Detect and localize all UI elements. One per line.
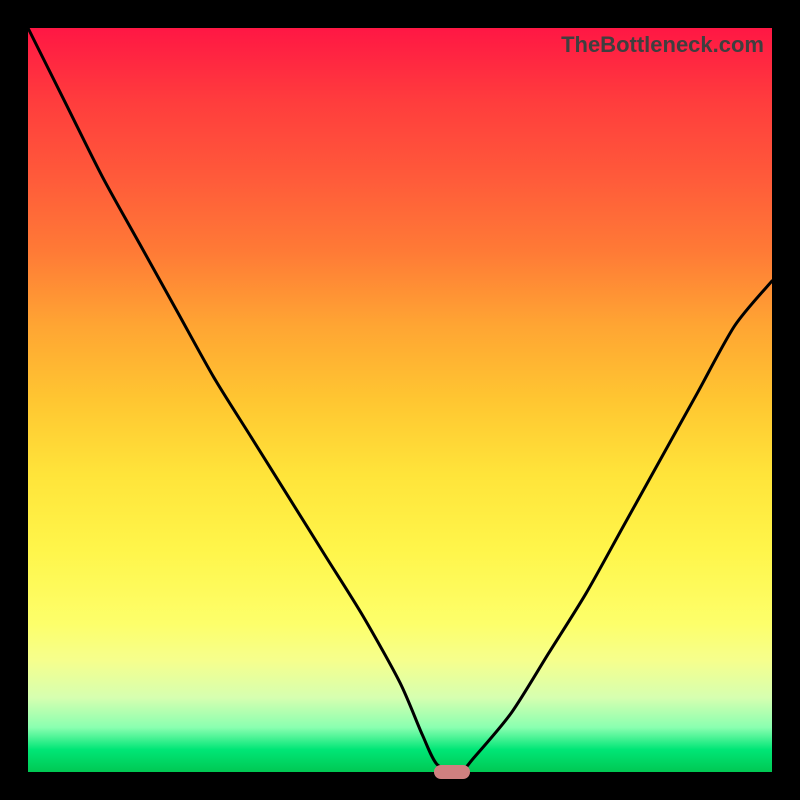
plot-area: TheBottleneck.com — [28, 28, 772, 772]
bottleneck-curve — [28, 28, 772, 772]
optimal-marker — [434, 765, 470, 780]
curve-path — [28, 28, 772, 772]
chart-frame: TheBottleneck.com — [0, 0, 800, 800]
